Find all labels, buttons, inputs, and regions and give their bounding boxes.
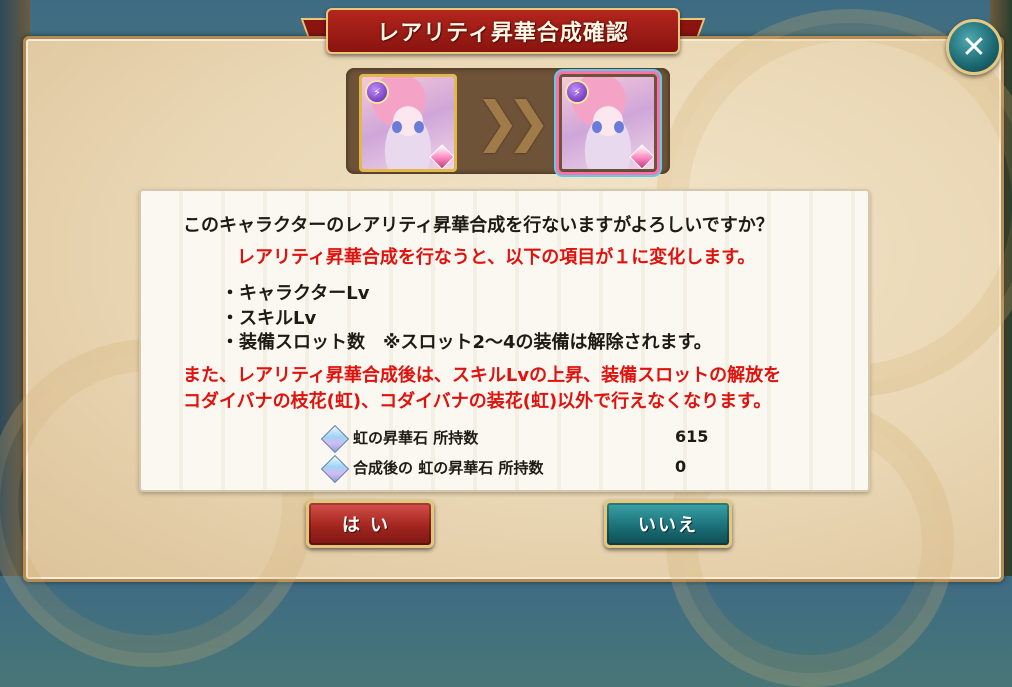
- stone-count-row: 虹の昇華石 所持数 615: [320, 424, 721, 454]
- rarity-sublimation-dialog: ⚡ ❯❯ ⚡ このキャラクターのレアリティ昇華合成を行ないますがよろしいですか？…: [0, 9, 1012, 687]
- reset-item-equipment-slots: ・装備スロット数 ※スロット2〜4の装備は解除されます。: [221, 332, 712, 353]
- rainbow-stone-icon: [320, 454, 350, 484]
- reset-item-skill-level: ・スキルLv: [221, 308, 317, 329]
- character-card-before: ⚡: [359, 74, 457, 172]
- dialog-title: レアリティ昇華合成確認: [377, 21, 629, 46]
- stone-count-value: 615: [675, 427, 709, 446]
- portrait-eye-right: [414, 121, 424, 133]
- portrait-eye-left: [592, 121, 602, 133]
- attribute-icon: ⚡: [365, 80, 389, 104]
- portrait-eye-right: [614, 121, 624, 133]
- restriction-warning-line-1: また、レアリティ昇華合成後は、スキルLvの上昇、装備スロットの解放を: [183, 365, 782, 386]
- evolution-arrow-icon: ❯❯: [474, 89, 552, 153]
- stone-after-count-value: 0: [675, 457, 687, 476]
- yes-button[interactable]: はい: [306, 500, 434, 548]
- confirmation-message-box: このキャラクターのレアリティ昇華合成を行ないますがよろしいですか？ レアリティ昇…: [139, 189, 870, 492]
- dialog-title-ribbon: レアリティ昇華合成確認: [326, 8, 680, 54]
- stone-after-count-row: 合成後の 虹の昇華石 所持数 0: [320, 454, 721, 484]
- character-card-after: ⚡: [559, 74, 657, 172]
- rainbow-stone-icon: [320, 424, 350, 454]
- stone-after-count-label: 合成後の 虹の昇華石 所持数: [353, 459, 544, 477]
- no-button[interactable]: いいえ: [604, 500, 732, 548]
- portrait-eye-left: [392, 121, 402, 133]
- attribute-icon: ⚡: [565, 80, 589, 104]
- stone-count-label: 虹の昇華石 所持数: [353, 429, 479, 447]
- close-icon: ✕: [961, 29, 987, 65]
- reset-item-character-level: ・キャラクターLv: [221, 283, 370, 304]
- confirmation-question: このキャラクターのレアリティ昇華合成を行ないますがよろしいですか？: [183, 215, 774, 236]
- evolution-preview-panel: ⚡ ❯❯ ⚡: [346, 68, 670, 174]
- close-button[interactable]: ✕: [946, 19, 1002, 75]
- restriction-warning-line-2: コダイバナの枝花(虹)、コダイバナの装花(虹)以外で行えなくなります。: [183, 391, 772, 412]
- reset-warning: レアリティ昇華合成を行なうと、以下の項目が１に変化します。: [237, 247, 756, 268]
